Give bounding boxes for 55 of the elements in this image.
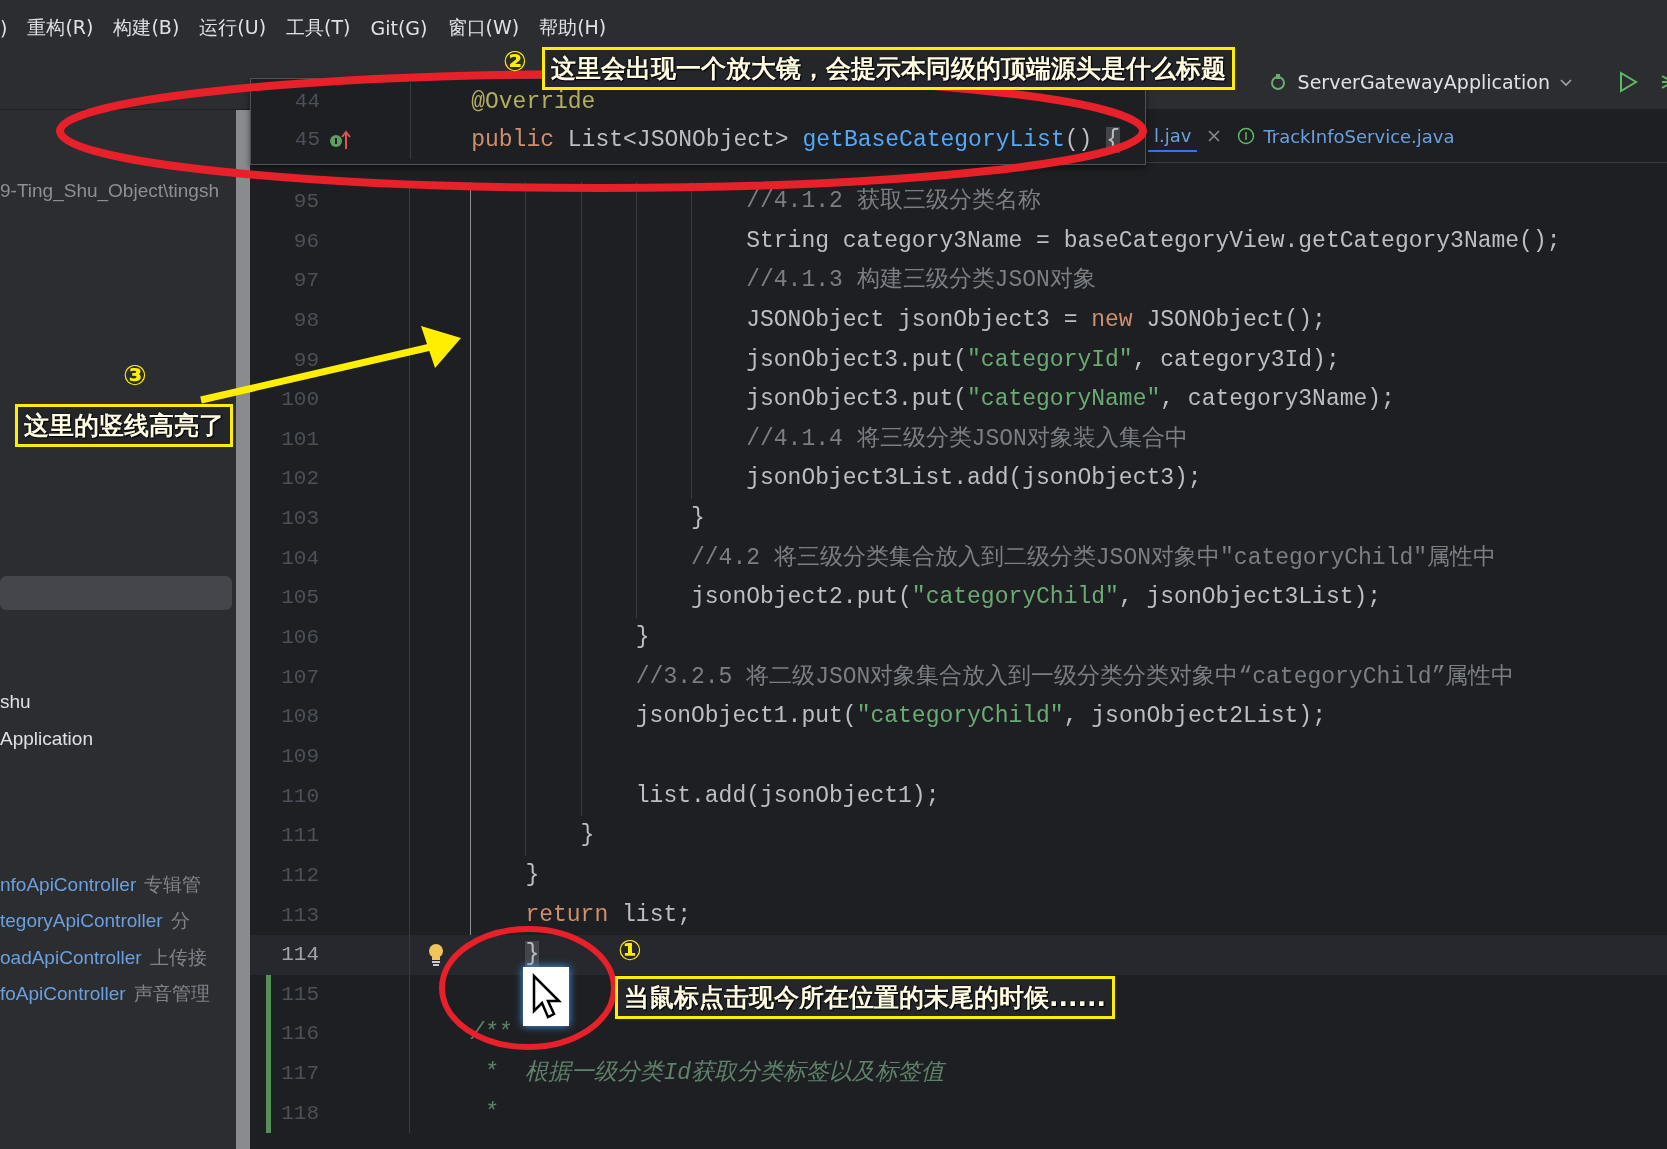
mouse-cursor-icon xyxy=(523,967,569,1026)
line-number: 114 xyxy=(281,942,319,969)
code-line: return list; xyxy=(525,900,692,930)
step-number: ② xyxy=(503,48,527,76)
code-line: } xyxy=(635,623,650,653)
menu-item[interactable]: 构建(B) xyxy=(113,14,180,41)
menu-item[interactable]: Git(G) xyxy=(370,16,428,39)
code-line: //4.1.2 获取三级分类名称 xyxy=(746,187,1041,216)
step-number: ③ xyxy=(123,362,147,390)
step-number: ① xyxy=(618,937,642,965)
item-description: 专辑管 xyxy=(144,872,202,897)
tree-item[interactable]: Application xyxy=(0,727,93,750)
code-line: //4.1.4 将三级分类JSON对象装入集合中 xyxy=(746,424,1188,454)
tree-item[interactable]: shu xyxy=(0,691,31,714)
code-line: String category3Name = baseCategoryView.getCategory3Name(); xyxy=(746,226,1561,256)
code-line: jsonObject1.put("categoryChild", jsonObject2List); xyxy=(635,702,1326,732)
code-line: } xyxy=(580,821,595,851)
run-configuration-selector[interactable]: ServerGatewayApplication xyxy=(1261,67,1580,97)
code-line: * xyxy=(484,1098,498,1128)
editor-tab[interactable]: TrackInfoService.java xyxy=(1231,121,1461,151)
code-line: //4.1.3 构建三级分类JSON对象 xyxy=(746,266,1096,296)
annotation-callout: 这里会出现一个放大镜，会提示本同级的顶端源头是什么标题 xyxy=(542,47,1235,90)
close-icon[interactable] xyxy=(1207,129,1222,143)
interface-icon xyxy=(1237,127,1256,145)
code-line: jsonObject3.put("categoryName", category3Name); xyxy=(746,385,1395,415)
code-line: } xyxy=(525,860,540,890)
lightbulb-icon[interactable] xyxy=(428,943,444,968)
annotation-callout: 当鼠标点击现今所在位置的末尾的时候...... xyxy=(615,976,1115,1019)
tree-item[interactable]: foApiController xyxy=(0,983,126,1006)
menu-item[interactable]: 窗口(W) xyxy=(447,14,520,41)
code-line: //4.2 将三级分类集合放入到二级分类JSON对象中"categoryChild"属性中 xyxy=(691,543,1497,573)
code-line: jsonObject3.put("categoryId", category3Id); xyxy=(746,345,1340,375)
tree-item[interactable]: oadApiController xyxy=(0,946,142,969)
scrollbar[interactable] xyxy=(236,110,250,1149)
menu-item[interactable]: 重构(R) xyxy=(27,14,94,41)
implements-marker-icon[interactable] xyxy=(329,129,351,151)
menu-item[interactable]: ) xyxy=(0,16,8,39)
code-line: jsonObject2.put("categoryChild", jsonObject3List); xyxy=(691,583,1382,613)
tree-item[interactable]: tegoryApiController xyxy=(0,910,163,933)
menu-item[interactable]: 工具(T) xyxy=(286,14,351,41)
tree-item[interactable]: nfoApiController xyxy=(0,873,137,896)
code-line: list.add(jsonObject1); xyxy=(635,781,940,811)
code-line: JSONObject jsonObject3 = new JSONObject(); xyxy=(746,305,1326,335)
annotation-callout: 这里的竖线高亮了 xyxy=(15,404,233,447)
code-line: //3.2.5 将二级JSON对象集合放入到一级分类分类对象中“categoryChild”属性中 xyxy=(635,662,1515,692)
item-description: 分 xyxy=(170,909,190,934)
code-line: @Override xyxy=(471,88,596,117)
menu-item[interactable]: 帮助(H) xyxy=(539,14,607,41)
item-description: 声音管理 xyxy=(133,982,210,1007)
item-description: 上传接 xyxy=(149,945,207,970)
code-line: jsonObject3List.add(jsonObject3); xyxy=(746,464,1202,494)
code-line: } xyxy=(691,504,705,534)
menu-item[interactable]: 运行(U) xyxy=(199,14,267,41)
project-path: 9-Ting_Shu_Object\tingsh xyxy=(0,180,219,203)
editor-tab[interactable]: l.jav xyxy=(1148,120,1198,152)
